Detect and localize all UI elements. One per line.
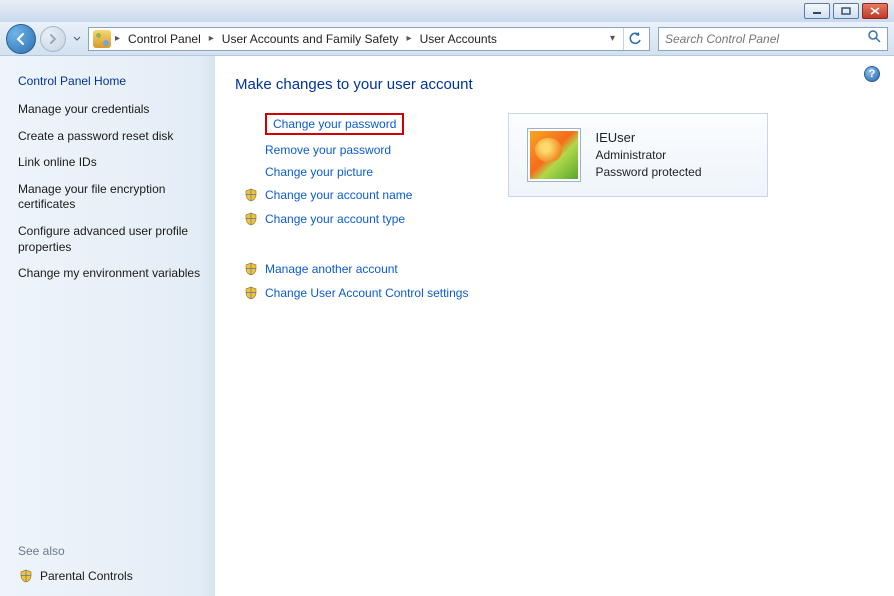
sidebar-title: Control Panel Home xyxy=(18,74,201,88)
sidebar-link-advanced-profile[interactable]: Configure advanced user profile properti… xyxy=(18,224,201,255)
shield-icon xyxy=(243,285,259,301)
link-uac-settings[interactable]: Change User Account Control settings xyxy=(243,285,468,301)
shield-icon xyxy=(243,261,259,277)
user-account-card: IEUser Administrator Password protected xyxy=(508,113,768,197)
shield-icon xyxy=(243,187,259,203)
window-titlebar xyxy=(0,0,894,22)
breadcrumb-user-accounts[interactable]: User Accounts xyxy=(416,30,501,48)
breadcrumb-user-accounts-family[interactable]: User Accounts and Family Safety xyxy=(218,30,403,48)
breadcrumb-control-panel[interactable]: Control Panel xyxy=(124,30,205,48)
sidebar-link-file-encryption[interactable]: Manage your file encryption certificates xyxy=(18,182,201,213)
main-panel: ? Make changes to your user account Chan… xyxy=(215,56,894,596)
link-change-password[interactable]: Change your password xyxy=(243,113,468,135)
page-title: Make changes to your user account xyxy=(235,76,874,93)
sidebar-link-env-vars[interactable]: Change my environment variables xyxy=(18,266,201,282)
control-panel-icon xyxy=(93,30,111,48)
breadcrumb-arrow[interactable]: ▸ xyxy=(113,33,122,44)
sidebar-parental-label: Parental Controls xyxy=(40,569,133,583)
sidebar-links: Manage your credentials Create a passwor… xyxy=(18,102,201,282)
search-box[interactable] xyxy=(658,27,888,51)
breadcrumb-arrow[interactable]: ▸ xyxy=(405,33,414,44)
help-button[interactable]: ? xyxy=(864,66,880,82)
link-manage-another[interactable]: Manage another account xyxy=(243,261,468,277)
user-name: IEUser xyxy=(595,129,701,147)
minimize-button[interactable] xyxy=(804,3,830,19)
sidebar-link-online-ids[interactable]: Link online IDs xyxy=(18,155,201,171)
chevron-down-icon xyxy=(73,36,81,42)
close-icon xyxy=(870,7,880,15)
minimize-icon xyxy=(812,7,822,15)
arrow-right-icon xyxy=(47,33,59,45)
account-actions: Change your password Remove your passwor… xyxy=(235,113,468,301)
sidebar-parental-controls[interactable]: Parental Controls xyxy=(18,568,201,584)
forward-button xyxy=(40,26,66,52)
maximize-icon xyxy=(841,7,851,15)
link-change-type[interactable]: Change your account type xyxy=(243,211,468,227)
back-button[interactable] xyxy=(6,24,36,54)
search-input[interactable] xyxy=(665,32,867,46)
link-change-name[interactable]: Change your account name xyxy=(243,187,468,203)
history-dropdown[interactable] xyxy=(70,36,84,42)
close-button[interactable] xyxy=(862,3,888,19)
shield-icon xyxy=(18,568,34,584)
user-picture xyxy=(527,128,581,182)
user-info: IEUser Administrator Password protected xyxy=(595,129,701,181)
sidebar-link-credentials[interactable]: Manage your credentials xyxy=(18,102,201,118)
link-remove-password[interactable]: Remove your password xyxy=(243,143,468,157)
sidebar-link-password-reset-disk[interactable]: Create a password reset disk xyxy=(18,129,201,145)
search-icon[interactable] xyxy=(867,29,881,48)
shield-icon xyxy=(243,211,259,227)
breadcrumb-arrow[interactable]: ▸ xyxy=(207,33,216,44)
user-password-status: Password protected xyxy=(595,164,701,181)
content-area: Control Panel Home Manage your credentia… xyxy=(0,56,894,596)
address-bar[interactable]: ▸ Control Panel ▸ User Accounts and Fami… xyxy=(88,27,650,51)
user-role: Administrator xyxy=(595,147,701,164)
navigation-bar: ▸ Control Panel ▸ User Accounts and Fami… xyxy=(0,22,894,56)
arrow-left-icon xyxy=(14,32,28,46)
address-dropdown[interactable]: ▾ xyxy=(606,33,619,44)
refresh-button[interactable] xyxy=(623,28,645,50)
link-change-picture[interactable]: Change your picture xyxy=(243,165,468,179)
refresh-icon xyxy=(628,32,642,46)
see-also-label: See also xyxy=(18,544,201,558)
sidebar: Control Panel Home Manage your credentia… xyxy=(0,56,215,596)
maximize-button[interactable] xyxy=(833,3,859,19)
